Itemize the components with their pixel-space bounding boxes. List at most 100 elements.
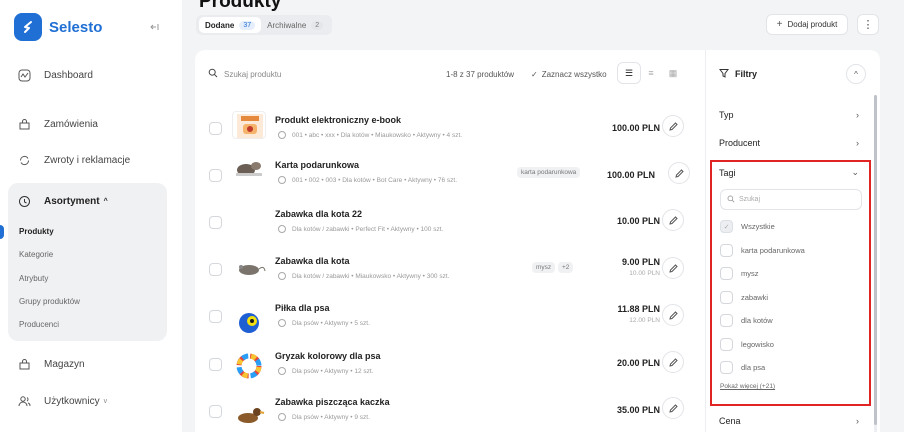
chevron-right-icon: › [856, 110, 859, 120]
table-row[interactable]: Karta podarunkowa 001 • 002 • 003 • Dla … [205, 149, 695, 196]
table-row[interactable]: Gryzak kolorowy dla psa Dla psów • Aktyw… [205, 340, 695, 387]
product-name[interactable]: Piłka dla psa [275, 303, 330, 313]
status-tabs: Dodane 37 Archiwalne 2 [196, 15, 333, 35]
sidebar-item-returns[interactable]: Zwroty i reklamacje [17, 153, 130, 167]
product-name[interactable]: Produkt elektroniczny e-book [275, 115, 401, 125]
collapse-sidebar-icon[interactable] [146, 19, 162, 35]
tag-checkbox[interactable] [720, 267, 733, 280]
filter-section-price[interactable]: Cena › [719, 416, 859, 426]
tag-option[interactable]: dla psa [720, 361, 765, 374]
sidebar-item-users[interactable]: Użytkownicy v [17, 394, 107, 408]
tag-checkbox[interactable]: ✓ [720, 220, 733, 233]
tag-chip: mysz [532, 262, 556, 273]
tag-option[interactable]: legowisko [720, 338, 774, 351]
search-input[interactable]: Szukaj produktu [208, 68, 281, 80]
logo[interactable]: Selesto [14, 13, 102, 41]
tag-option[interactable]: mysz [720, 267, 759, 280]
tag-option-label: karta podarunkowa [741, 246, 805, 255]
row-checkbox[interactable] [209, 310, 222, 323]
sidebar-item-label: Użytkownicy [44, 395, 100, 407]
tag-option[interactable]: dla kotów [720, 314, 773, 327]
tags-search-input[interactable]: Szukaj [720, 189, 862, 210]
product-meta-text: 001 • abc • xxx • Dla kotów • Miaukowsko… [292, 131, 463, 139]
filters-scrollbar[interactable] [874, 95, 877, 432]
products-panel: Szukaj produktu 1-8 z 37 produktów ✓ Zazn… [195, 50, 880, 432]
collapse-filters-button[interactable]: ^ [846, 64, 866, 84]
tag-checkbox[interactable] [720, 314, 733, 327]
filter-section-tags[interactable]: Tagi ⌄ [719, 167, 859, 178]
submenu-product-groups[interactable]: Grupy produktów [19, 297, 80, 306]
sidebar-item-orders[interactable]: Zamówienia [17, 117, 98, 131]
edit-icon[interactable] [662, 397, 684, 419]
search-icon [727, 195, 735, 205]
row-checkbox[interactable] [209, 405, 222, 418]
row-checkbox[interactable] [209, 122, 222, 135]
refresh-icon [17, 153, 31, 167]
tag-checkbox[interactable] [720, 338, 733, 351]
tab-archived[interactable]: Archiwalne 2 [261, 17, 329, 33]
scrollbar-thumb[interactable] [874, 95, 877, 425]
view-switcher: ☰ ≡ ▦ [618, 63, 684, 83]
sidebar-item-warehouse[interactable]: Magazyn [17, 357, 85, 371]
product-image [232, 402, 266, 430]
product-image [232, 111, 266, 139]
tag-option-label: mysz [741, 269, 759, 278]
product-name[interactable]: Zabawka dla kota [275, 256, 350, 266]
tag-option[interactable]: karta podarunkowa [720, 244, 805, 257]
submenu-categories[interactable]: Kategorie [19, 250, 53, 259]
product-meta-text: Dla kotów / zabawki • Miaukowsko • Aktyw… [292, 272, 450, 280]
edit-icon[interactable] [662, 304, 684, 326]
page-title: Produkty [199, 0, 282, 12]
submenu-products[interactable]: Produkty [19, 227, 54, 236]
product-meta-text: 001 • 002 • 003 • Dla kotów • Bot Care •… [292, 176, 458, 184]
list-view-icon[interactable]: ☰ [618, 63, 640, 83]
table-row[interactable]: Zabawka dla kota 22 Dla kotów / zabawki … [205, 197, 695, 244]
filter-section-label: Cena [719, 416, 741, 426]
edit-icon[interactable] [668, 162, 690, 184]
box-icon [17, 194, 31, 208]
submenu-producers[interactable]: Producenci [19, 320, 59, 329]
table-row[interactable]: Zabawka piszcząca kaczka Dla psów • Akty… [205, 388, 695, 432]
grid-view-icon[interactable]: ▦ [662, 63, 684, 83]
product-meta-text: Dla psów • Aktywny • 12 szt. [292, 367, 374, 375]
sidebar-item-assortment[interactable]: Asortyment ^ [17, 194, 108, 208]
tag-checkbox[interactable] [720, 244, 733, 257]
tag-option-label: zabawki [741, 293, 769, 302]
tab-added[interactable]: Dodane 37 [199, 17, 262, 33]
row-checkbox[interactable] [209, 169, 222, 182]
table-row[interactable]: Produkt elektroniczny e-book 001 • abc •… [205, 102, 695, 149]
row-checkbox[interactable] [209, 216, 222, 229]
product-name[interactable]: Zabawka dla kota 22 [275, 209, 362, 219]
add-product-button[interactable]: + Dodaj produkt [766, 14, 848, 35]
product-type-icon [278, 367, 286, 375]
select-all-button[interactable]: ✓ Zaznacz wszystko [531, 70, 607, 79]
sidebar-item-dashboard[interactable]: Dashboard [17, 68, 93, 82]
filter-section-type[interactable]: Typ › [719, 110, 859, 120]
product-meta-text: Dla psów • Aktywny • 5 szt. [292, 319, 370, 327]
row-checkbox[interactable] [209, 263, 222, 276]
product-meta-text: Dla psów • Aktywny • 9 szt. [292, 413, 370, 421]
tag-checkbox[interactable] [720, 361, 733, 374]
tag-checkbox[interactable] [720, 291, 733, 304]
table-row[interactable]: Piłka dla psa Dla psów • Aktywny • 5 szt… [205, 293, 695, 340]
table-row[interactable]: Zabawka dla kota Dla kotów / zabawki • M… [205, 245, 695, 292]
old-price: 12.00 PLN [629, 317, 660, 324]
tag-option[interactable]: zabawki [720, 291, 768, 304]
show-more-tags-link[interactable]: Pokaż więcej (+21) [720, 383, 775, 390]
product-name[interactable]: Karta podarunkowa [275, 160, 359, 170]
edit-icon[interactable] [662, 257, 684, 279]
edit-icon[interactable] [662, 209, 684, 231]
edit-icon[interactable] [662, 351, 684, 373]
product-name[interactable]: Gryzak kolorowy dla psa [275, 351, 381, 361]
row-checkbox[interactable] [209, 358, 222, 371]
edit-icon[interactable] [662, 115, 684, 137]
more-options-icon[interactable]: ⋮ [857, 14, 879, 35]
filter-section-producer[interactable]: Producent › [719, 138, 859, 148]
product-name[interactable]: Zabawka piszcząca kaczka [275, 397, 390, 407]
sidebar-item-label: Asortyment [44, 195, 100, 207]
submenu-attributes[interactable]: Atrybuty [19, 274, 48, 283]
tag-option[interactable]: ✓ Wszystkie [720, 220, 775, 233]
users-icon [17, 394, 31, 408]
compact-view-icon[interactable]: ≡ [640, 63, 662, 83]
tag-option-label: legowisko [741, 340, 774, 349]
